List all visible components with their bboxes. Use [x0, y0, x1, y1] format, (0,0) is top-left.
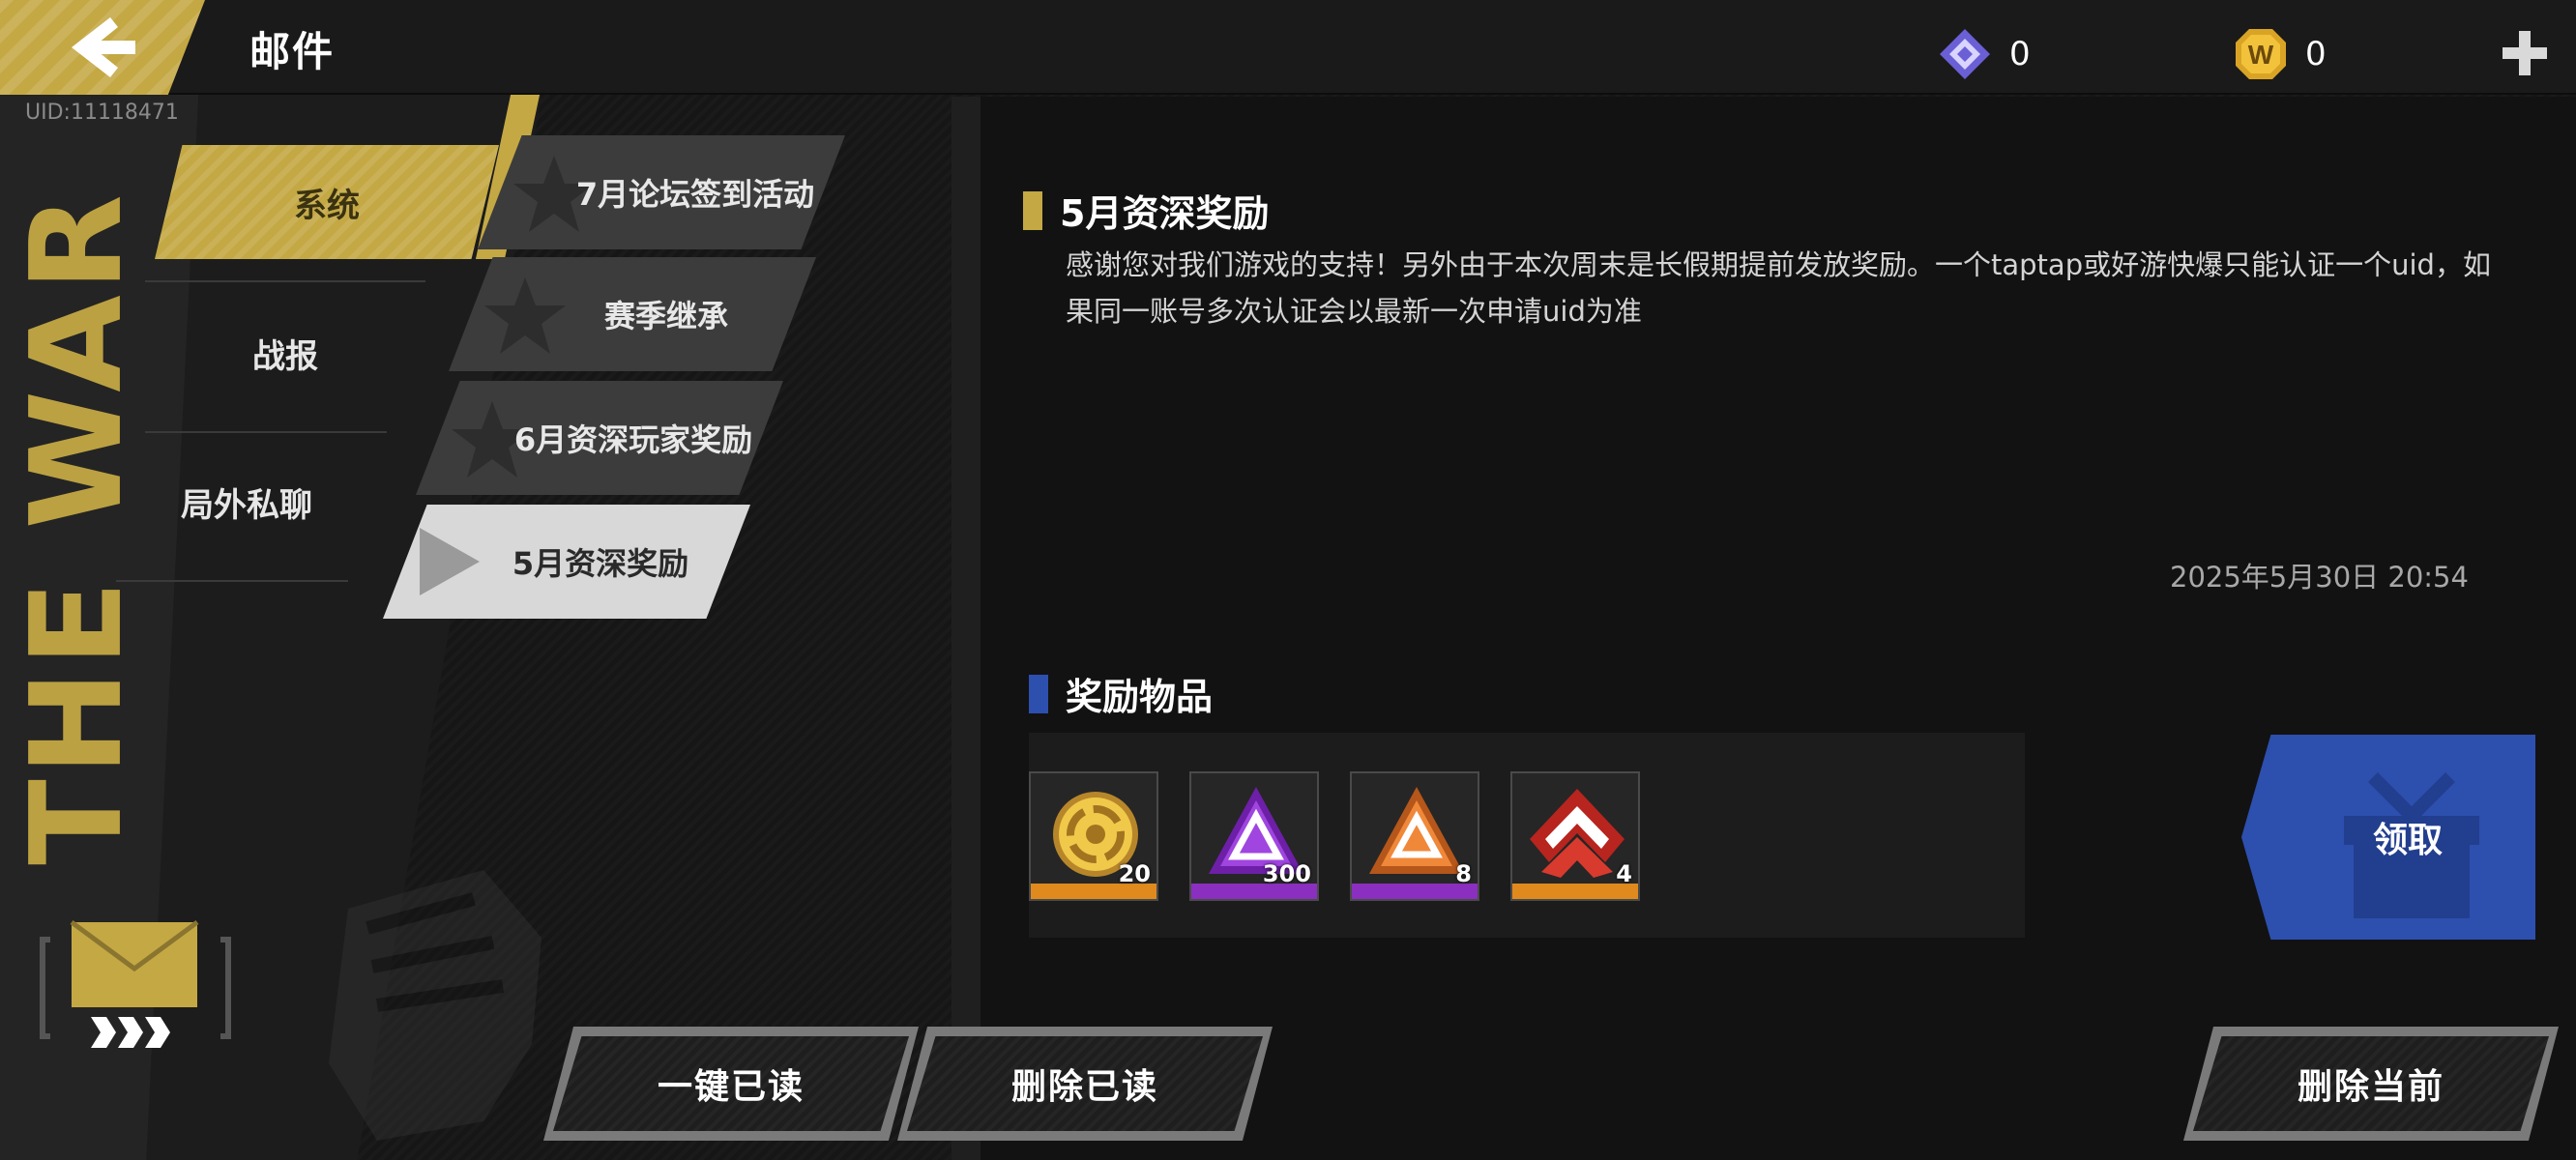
- delete-read-button[interactable]: 删除已读: [897, 1027, 1273, 1141]
- tab-divider: [145, 280, 425, 282]
- panel-divider: [951, 97, 981, 1160]
- orange-triangle-badge-icon: [1369, 787, 1464, 874]
- delete-read-label: 删除已读: [1010, 1067, 1158, 1107]
- tab-battle-report-label: 战报: [252, 336, 318, 376]
- mail-item[interactable]: 赛季继承: [449, 257, 816, 371]
- tab-battle-report[interactable]: 战报: [145, 300, 425, 406]
- reward-item[interactable]: 4: [1510, 771, 1640, 901]
- read-all-button[interactable]: 一键已读: [543, 1027, 919, 1141]
- mail-item-title: 赛季继承: [603, 298, 728, 334]
- red-chevron-badge-icon: [1530, 789, 1625, 878]
- back-arrow-icon: [72, 17, 135, 77]
- mail-item-title: 5月资深奖励: [512, 545, 689, 582]
- page-title: 邮件: [249, 28, 336, 75]
- reward-item[interactable]: 20: [1029, 771, 1158, 901]
- delete-current-label: 删除当前: [2297, 1067, 2444, 1107]
- claim-button-label: 领取: [2372, 821, 2443, 860]
- mail-detail-body: 感谢您对我们游戏的支持！另外由于本次周末是长假期提前发放奖励。一个taptap或…: [1066, 248, 2491, 328]
- read-all-label: 一键已读: [657, 1067, 805, 1107]
- back-button[interactable]: [0, 0, 205, 95]
- tab-divider: [145, 431, 387, 433]
- reward-quantity: 8: [1455, 860, 1472, 887]
- delete-current-button[interactable]: 删除当前: [2183, 1027, 2559, 1141]
- top-bar: [0, 0, 2576, 95]
- tab-system[interactable]: 系统: [155, 145, 499, 259]
- svg-text:W: W: [2248, 40, 2274, 70]
- player-uid: UID:11118471: [25, 101, 179, 125]
- mail-date: 2025年5月30日 20:54: [2170, 561, 2469, 594]
- diamond-currency[interactable]: 0: [1938, 27, 2031, 81]
- mail-item-title: 6月资深玩家奖励: [513, 421, 753, 458]
- mail-detail-title-text: 5月资深奖励: [1060, 192, 1270, 235]
- gold-w-coin-icon: W: [2236, 29, 2286, 79]
- gold-count: 0: [2305, 35, 2327, 73]
- mailbox-envelope-icon[interactable]: [39, 918, 232, 1054]
- claim-button[interactable]: 领取: [2241, 735, 2535, 940]
- tab-system-label: 系统: [294, 186, 360, 225]
- tab-private-chat-label: 局外私聊: [181, 485, 312, 525]
- diamond-count: 0: [2009, 35, 2031, 73]
- rewards-heading-text: 奖励物品: [1066, 676, 1214, 718]
- title-accent-bar: [1023, 190, 1042, 230]
- mail-item[interactable]: 7月论坛签到活动: [478, 135, 845, 249]
- reward-item[interactable]: 300: [1189, 771, 1319, 901]
- rewards-accent-bar: [1029, 674, 1048, 713]
- gold-currency[interactable]: W 0: [2234, 27, 2327, 81]
- rewards-heading: 奖励物品: [1029, 667, 1213, 720]
- reward-item[interactable]: 8: [1350, 771, 1479, 901]
- mail-item[interactable]: 6月资深玩家奖励: [416, 381, 783, 495]
- reward-quantity: 20: [1118, 860, 1151, 887]
- plus-icon[interactable]: [2501, 29, 2549, 77]
- diamond-gem-icon: [1940, 29, 1990, 79]
- mail-detail-title: 5月资深奖励: [1023, 184, 1269, 237]
- tab-private-chat[interactable]: 局外私聊: [126, 449, 367, 555]
- reward-quantity: 4: [1616, 860, 1632, 887]
- tab-divider: [116, 580, 348, 582]
- reward-quantity: 300: [1262, 860, 1311, 887]
- mail-item-title: 7月论坛签到活动: [575, 176, 815, 213]
- mail-item-selected[interactable]: 5月资深奖励: [383, 505, 750, 619]
